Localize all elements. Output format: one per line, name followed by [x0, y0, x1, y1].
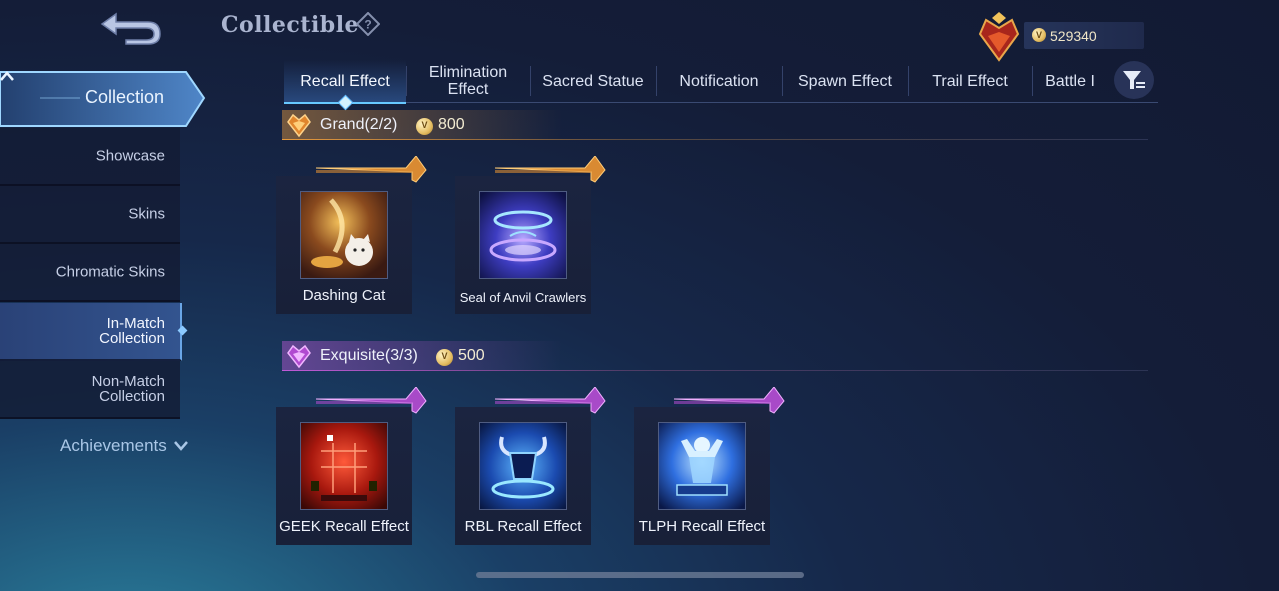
section-name: Exquisite(3/3)	[320, 347, 418, 364]
sidebar-item-label: In-Match Collection	[99, 315, 165, 347]
sidebar-item-label: Skins	[128, 205, 165, 223]
sidebar-item-chromatic-skins[interactable]: Chromatic Skins	[0, 244, 180, 302]
section-price: 500	[458, 347, 485, 364]
tab-trail-effect[interactable]: Trail Effect	[908, 60, 1032, 102]
filter-button[interactable]	[1114, 61, 1154, 99]
section-header-exquisite: Exquisite(3/3) 500	[282, 341, 1148, 371]
back-arrow-icon	[100, 12, 161, 45]
collectible-name: RBL Recall Effect	[464, 518, 582, 535]
section-name: Grand(2/2)	[320, 116, 398, 133]
grand-tier-gem-icon	[287, 113, 311, 138]
section-price: 800	[438, 116, 465, 133]
rank-emblem-icon	[972, 12, 1026, 62]
tab-notification[interactable]: Notification	[656, 60, 782, 102]
filter-icon	[1123, 71, 1145, 89]
tab-battle[interactable]: Battle I	[1032, 60, 1108, 102]
sidebar-collection[interactable]: Collection	[0, 70, 206, 127]
horizontal-scrollbar[interactable]	[476, 572, 804, 578]
geek-recall-icon	[300, 422, 388, 510]
collectible-card-rbl-recall-effect[interactable]: RBL Recall Effect	[455, 387, 606, 545]
card-frame-grand	[494, 156, 606, 183]
sidebar-item-label: Chromatic Skins	[55, 263, 165, 281]
anvil-crawlers-seal-icon	[479, 191, 567, 279]
sidebar-item-label: Showcase	[95, 147, 165, 165]
collectible-name: TLPH Recall Effect	[638, 518, 766, 535]
tab-recall-effect[interactable]: Recall Effect	[284, 60, 406, 104]
effect-tab-bar: Recall Effect Elimination Effect Sacred …	[284, 60, 1158, 104]
diamond-coin-icon	[1032, 28, 1046, 42]
page-title: Collectible	[221, 12, 360, 38]
tab-spawn-effect[interactable]: Spawn Effect	[782, 60, 908, 102]
card-frame-exquisite	[673, 387, 785, 414]
collectible-name: Seal of Anvil Crawlers	[459, 290, 587, 305]
chevron-down-icon[interactable]	[174, 440, 188, 452]
collectible-card-tlph-recall-effect[interactable]: TLPH Recall Effect	[634, 387, 785, 545]
sidebar-item-skins[interactable]: Skins	[0, 186, 180, 244]
svg-text:?: ?	[364, 18, 371, 32]
chevron-up-icon	[0, 71, 14, 81]
sidebar-achievements[interactable]: Achievements	[60, 436, 167, 456]
card-frame-grand	[315, 156, 427, 183]
collectible-card-seal-of-anvil-crawlers[interactable]: Seal of Anvil Crawlers	[455, 156, 606, 314]
sidebar-collection-label: Collection	[85, 87, 165, 107]
tab-sacred-statue[interactable]: Sacred Statue	[530, 60, 656, 102]
collectible-card-dashing-cat[interactable]: Dashing Cat	[276, 156, 427, 314]
diamond-coin-icon	[436, 349, 453, 366]
collectible-card-geek-recall-effect[interactable]: GEEK Recall Effect	[276, 387, 427, 545]
collectible-name: GEEK Recall Effect	[279, 518, 409, 535]
currency-value: 529340	[1050, 28, 1097, 44]
collectible-name: Dashing Cat	[302, 287, 386, 304]
section-divider	[282, 370, 1148, 371]
diamond-coin-icon	[416, 118, 433, 135]
card-frame-exquisite	[315, 387, 427, 414]
tab-elimination-effect[interactable]: Elimination Effect	[406, 60, 530, 102]
tlph-recall-icon	[658, 422, 746, 510]
sidebar-item-non-match-collection[interactable]: Non-Match Collection	[0, 361, 180, 419]
sidebar-item-label: Non-Match Collection	[91, 373, 165, 405]
sidebar-item-in-match-collection[interactable]: In-Match Collection	[0, 303, 182, 361]
section-header-grand: Grand(2/2) 800	[282, 110, 1148, 140]
section-divider	[282, 139, 1148, 140]
dashing-cat-icon	[300, 191, 388, 279]
exquisite-tier-gem-icon	[287, 344, 311, 369]
sidebar-item-showcase[interactable]: Showcase	[0, 128, 180, 186]
help-icon[interactable]: ?	[355, 11, 381, 37]
rbl-recall-icon	[479, 422, 567, 510]
card-frame-exquisite	[494, 387, 606, 414]
back-button[interactable]	[96, 4, 166, 48]
